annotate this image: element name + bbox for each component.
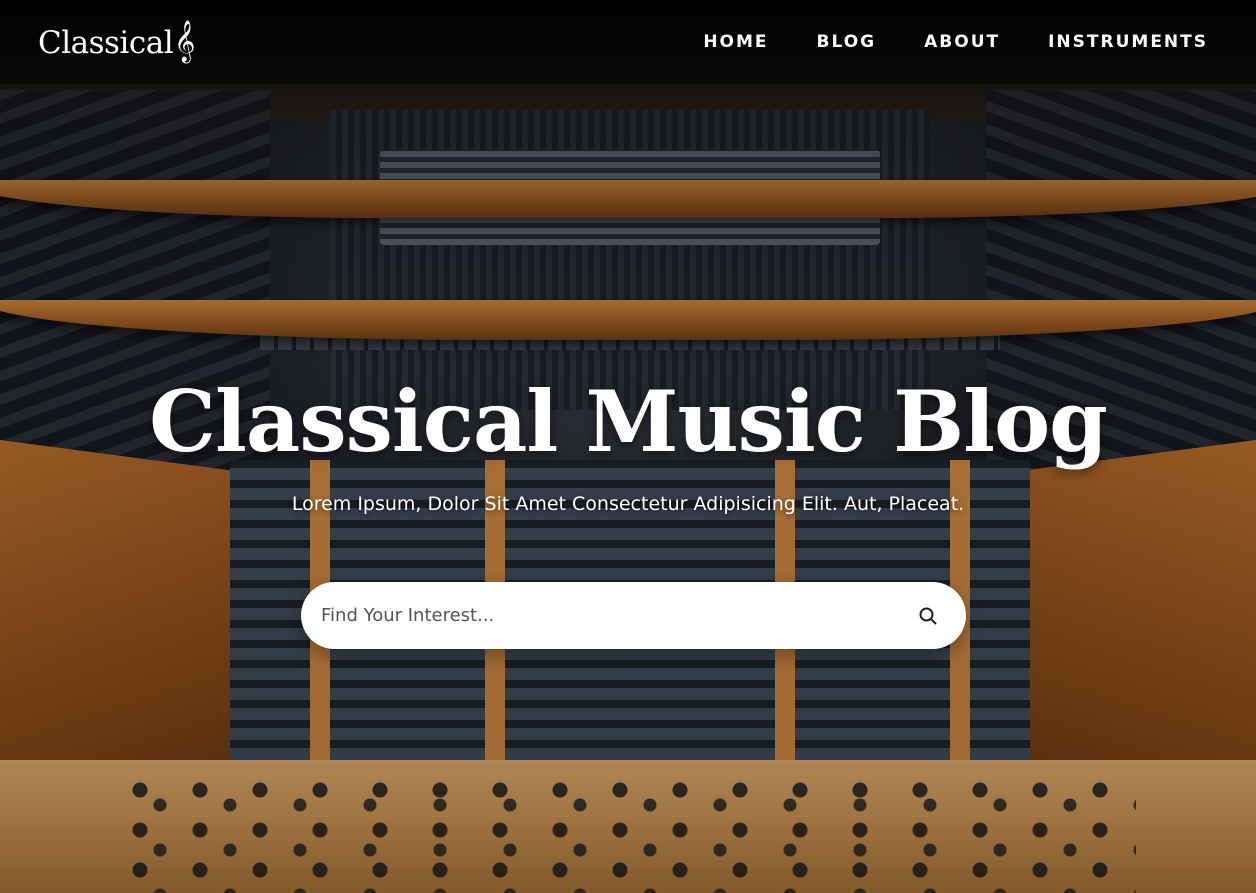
site-logo[interactable]: Classical 𝄞 (38, 20, 195, 62)
nav-item: HOME (703, 32, 768, 52)
nav-link-home[interactable]: HOME (703, 32, 768, 52)
nav-list: HOME BLOG ABOUT INSTRUMENTS (703, 32, 1208, 52)
search-icon[interactable] (914, 602, 942, 630)
search-input[interactable] (319, 604, 914, 627)
nav-link-instruments[interactable]: INSTRUMENTS (1048, 32, 1208, 52)
hero-title: Classical Music Blog (149, 372, 1108, 471)
logo-text: Classical (38, 24, 174, 61)
page: Classical 𝄞 HOME BLOG ABOUT INSTRUMENTS … (0, 0, 1256, 893)
site-header: Classical 𝄞 HOME BLOG ABOUT INSTRUMENTS (0, 0, 1256, 84)
hero-section: Classical Music Blog Lorem Ipsum, Dolor … (0, 0, 1256, 893)
hero-subtitle: Lorem Ipsum, Dolor Sit Amet Consectetur … (291, 493, 965, 515)
nav-item: INSTRUMENTS (1048, 32, 1208, 52)
nav-item: BLOG (817, 32, 877, 52)
nav-link-about[interactable]: ABOUT (924, 32, 1000, 52)
nav-link-blog[interactable]: BLOG (817, 32, 877, 52)
search-bar (301, 582, 966, 649)
main-nav: HOME BLOG ABOUT INSTRUMENTS (703, 32, 1208, 52)
nav-item: ABOUT (924, 32, 1000, 52)
search-icon-glyph (919, 607, 937, 624)
treble-clef-icon: 𝄞 (174, 20, 195, 62)
